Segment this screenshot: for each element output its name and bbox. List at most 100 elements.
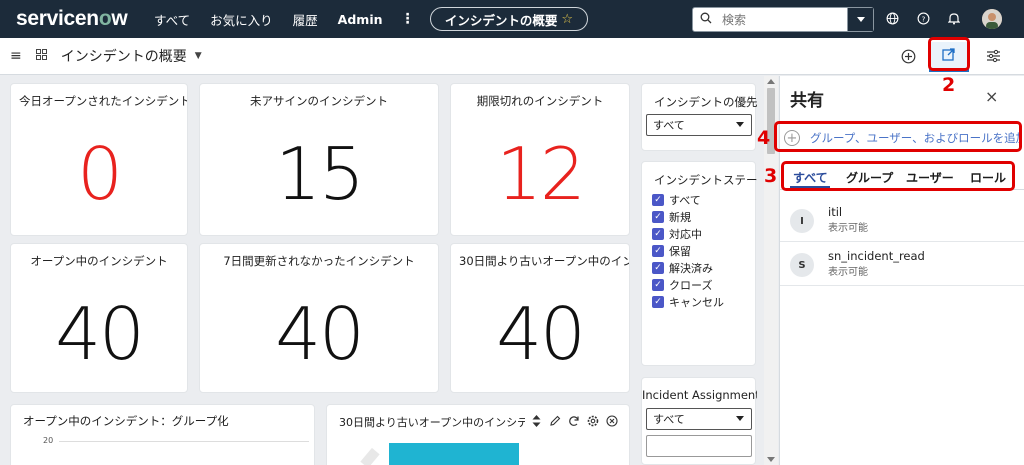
filter-assignment: Incident Assignment すべて [641, 377, 757, 465]
priority-select[interactable]: すべて [646, 114, 752, 136]
card-unassigned[interactable]: 未アサインのインシデント 15 [199, 83, 439, 236]
widget-title: 30日間より古いオープン中のインシデ [339, 416, 525, 429]
card-value: 12 [496, 132, 586, 216]
card-overdue[interactable]: 期限切れのインシデント 12 [450, 83, 630, 236]
dashboard-header-bar: ≡ インシデントの概要 ▼ [0, 38, 1024, 75]
annotation-number-4: 4 [757, 127, 771, 149]
nav-all[interactable]: すべて [154, 10, 190, 29]
card-value: 40 [496, 292, 586, 376]
state-checkbox-new[interactable]: ✓ 新規 [652, 209, 691, 225]
checkbox-checked-icon[interactable]: ✓ [652, 296, 664, 308]
close-circle-icon[interactable] [606, 415, 618, 427]
scroll-down-arrow-icon[interactable] [767, 457, 775, 462]
nav-admin[interactable]: Admin [338, 12, 383, 27]
annotation-box-2 [928, 37, 970, 71]
card-title: 7日間更新されなかったインシデント [223, 254, 415, 268]
scroll-up-arrow-icon[interactable] [767, 79, 775, 84]
filter-priority: インシデントの優先 すべて [641, 83, 758, 151]
close-icon[interactable]: × [985, 87, 998, 106]
annotation-box-3 [781, 161, 1015, 191]
card-open-incidents[interactable]: オープン中のインシデント 40 [10, 243, 188, 393]
chart-bar[interactable] [389, 443, 519, 465]
gridline [59, 441, 309, 442]
nav-favorites[interactable]: お気に入り [210, 10, 273, 29]
share-entry-sn-incident-read[interactable]: S sn_incident_read 表示可能 [780, 242, 1024, 286]
card-not-updated-7-days[interactable]: 7日間更新されなかったインシデント 40 [199, 243, 439, 393]
checkbox-checked-icon[interactable]: ✓ [652, 228, 664, 240]
chevron-down-icon [736, 122, 744, 127]
checkbox-checked-icon[interactable]: ✓ [652, 262, 664, 274]
checkbox-checked-icon[interactable]: ✓ [652, 279, 664, 291]
card-value: 0 [77, 132, 123, 216]
state-checkbox-closed[interactable]: ✓ クローズ [652, 277, 712, 293]
servicenow-logo[interactable]: servicenow [16, 7, 148, 31]
chevron-down-icon [736, 416, 744, 421]
top-utility-icons: ? [884, 10, 962, 26]
help-icon[interactable]: ? [915, 10, 931, 26]
entry-name: itil [828, 205, 843, 219]
state-checkbox-in-progress[interactable]: ✓ 対応中 [652, 226, 702, 242]
role-avatar: I [790, 209, 814, 233]
widget-title: オープン中のインシデント：グループ化 [23, 414, 229, 428]
filter-title: インシデントステー [654, 173, 758, 187]
checkbox-checked-icon[interactable]: ✓ [652, 194, 664, 206]
card-value: 40 [55, 292, 145, 376]
svg-text:?: ? [921, 14, 925, 23]
chevron-down-icon [856, 17, 865, 22]
checkbox-checked-icon[interactable]: ✓ [652, 245, 664, 257]
card-value: 40 [275, 292, 365, 376]
sort-icon[interactable] [530, 415, 542, 427]
entry-status: 表示可能 [828, 267, 868, 278]
annotation-number-2: 2 [942, 74, 956, 96]
state-checkbox-on-hold[interactable]: ✓ 保留 [652, 243, 691, 259]
widget-open-by-group[interactable]: オープン中のインシデント：グループ化 20 [10, 404, 315, 465]
search-input[interactable] [722, 12, 862, 27]
nav-more-icon[interactable]: ⋮ [401, 11, 415, 27]
entry-status: 表示可能 [828, 223, 868, 234]
add-widget-icon[interactable] [898, 46, 918, 66]
annotation-number-3: 3 [764, 165, 778, 187]
card-opened-today[interactable]: 今日オープンされたインシデント 0 [10, 83, 188, 236]
checkbox-checked-icon[interactable]: ✓ [652, 211, 664, 223]
menu-icon[interactable]: ≡ [10, 48, 22, 64]
widget-toolbar [530, 415, 618, 427]
card-value: 15 [275, 132, 365, 216]
card-title: 未アサインのインシデント [250, 94, 388, 108]
search-scope-dropdown[interactable] [847, 8, 873, 31]
filter-title: Incident Assignment [642, 388, 757, 402]
dashboard-grid-icon[interactable] [35, 49, 47, 63]
state-checkbox-canceled[interactable]: ✓ キャンセル [652, 294, 724, 310]
entry-name: sn_incident_read [828, 249, 925, 263]
card-title: 今日オープンされたインシデント [19, 94, 187, 108]
state-checkbox-all[interactable]: ✓ すべて [652, 192, 701, 208]
edit-pencil-icon[interactable] [549, 415, 561, 427]
dashboard-title-pill[interactable]: インシデントの概要 ☆ [430, 7, 588, 31]
global-search[interactable] [692, 7, 874, 32]
assignment-text-input[interactable] [646, 435, 752, 457]
card-title: 30日間より古いオープン中のイン [459, 254, 629, 268]
state-checkbox-resolved[interactable]: ✓ 解決済み [652, 260, 713, 276]
search-icon [700, 12, 718, 27]
refresh-icon[interactable] [568, 415, 580, 427]
dashboard-title[interactable]: インシデントの概要 [61, 46, 187, 66]
globe-icon[interactable] [884, 10, 900, 26]
card-title: オープン中のインシデント [30, 254, 168, 268]
filter-settings-icon[interactable] [983, 46, 1003, 66]
axis-label-placeholder [360, 447, 380, 465]
gear-icon[interactable] [587, 415, 599, 427]
star-icon[interactable]: ☆ [561, 12, 573, 27]
share-entry-itil[interactable]: I itil 表示可能 [780, 198, 1024, 242]
dashboard-switch-caret-icon[interactable]: ▼ [195, 51, 202, 61]
notification-bell-icon[interactable] [946, 10, 962, 26]
assignment-select[interactable]: すべて [646, 408, 752, 430]
widget-older-30-days-chart[interactable]: 30日間より古いオープン中のインシデ [326, 404, 630, 465]
top-navigation-bar: servicenow すべて お気に入り 履歴 Admin ⋮ インシデントの概… [0, 0, 1024, 38]
nav-history[interactable]: 履歴 [293, 10, 318, 29]
user-avatar[interactable] [982, 9, 1002, 29]
card-older-30-days[interactable]: 30日間より古いオープン中のイン 40 [450, 243, 630, 393]
filter-state: インシデントステー ✓ すべて ✓ 新規 ✓ 対応中 ✓ 保留 ✓ 解決済み ✓ クローズ … [641, 161, 758, 366]
annotation-box-4 [774, 121, 1022, 152]
filter-title: インシデントの優先 [654, 95, 758, 109]
role-avatar: S [790, 253, 814, 277]
axis-tick-label: 20 [43, 436, 54, 445]
